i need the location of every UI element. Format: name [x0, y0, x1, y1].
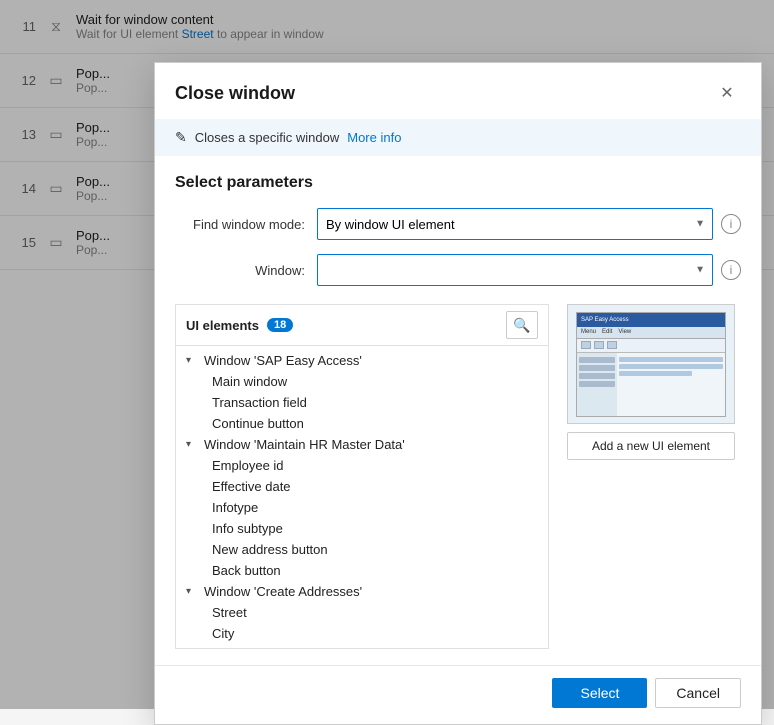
search-icon: 🔍 [513, 317, 530, 334]
ui-elements-badge: 18 [267, 318, 293, 332]
sap-tree-area [577, 353, 725, 416]
tree-group-label-1: Window 'SAP Easy Access' [204, 353, 362, 368]
sap-sidebar-item-4 [579, 381, 615, 387]
tree-leaf-street[interactable]: Street [176, 602, 548, 623]
sap-toolbar-btn-1 [581, 341, 591, 349]
dialog-footer: Select Cancel [155, 665, 761, 724]
sap-window-preview: SAP Easy Access Menu Edit View [567, 304, 735, 424]
tree-leaf-continue-button[interactable]: Continue button [176, 413, 548, 434]
close-icon: ✕ [720, 83, 733, 103]
sap-main-row-2 [619, 364, 723, 369]
pencil-icon: ✎ [175, 129, 187, 146]
sap-main-area [617, 353, 725, 416]
dialog-header: Close window ✕ [155, 63, 761, 119]
sap-main-row-3 [619, 371, 692, 376]
find-window-mode-label: Find window mode: [175, 217, 305, 232]
window-select-wrapper: ▼ [317, 254, 713, 286]
tree-group-label-2: Window 'Maintain HR Master Data' [204, 437, 405, 452]
sap-sidebar-item-3 [579, 373, 615, 379]
window-label: Window: [175, 263, 305, 278]
ui-elements-tree-panel: UI elements 18 🔍 ▾ Window 'SAP Easy Acce… [175, 304, 549, 649]
tree-search-button[interactable]: 🔍 [506, 311, 538, 339]
tree-header: UI elements 18 🔍 [176, 305, 548, 346]
sap-titlebar: SAP Easy Access [577, 313, 725, 327]
sap-toolbar [577, 339, 725, 353]
info-banner: ✎ Closes a specific window More info [155, 119, 761, 156]
window-row: Window: ▼ i [175, 254, 741, 286]
find-window-mode-select-wrapper: By window UI element By window title By … [317, 208, 713, 240]
lower-section: UI elements 18 🔍 ▾ Window 'SAP Easy Acce… [155, 304, 761, 665]
sap-toolbar-btn-2 [594, 341, 604, 349]
sap-sidebar [577, 353, 617, 416]
tree-leaf-employee-id[interactable]: Employee id [176, 455, 548, 476]
window-select[interactable] [317, 254, 713, 286]
tree-leaf-info-subtype[interactable]: Info subtype [176, 518, 548, 539]
sap-menu-item-1: Menu [581, 329, 596, 335]
dialog-title: Close window [175, 83, 295, 104]
sap-preview-window: SAP Easy Access Menu Edit View [576, 312, 726, 417]
tree-group-sap-easy-access[interactable]: ▾ Window 'SAP Easy Access' [176, 350, 548, 371]
select-parameters-title: Select parameters [175, 174, 741, 192]
tree-leaf-main-window[interactable]: Main window [176, 371, 548, 392]
tree-leaf-city[interactable]: City [176, 623, 548, 644]
preview-panel: SAP Easy Access Menu Edit View [561, 304, 741, 649]
sap-menu-item-3: View [618, 329, 631, 335]
close-window-dialog: Close window ✕ ✎ Closes a specific windo… [154, 62, 762, 725]
cancel-button[interactable]: Cancel [655, 678, 741, 708]
sap-menu-item-2: Edit [602, 329, 612, 335]
sap-title-text: SAP Easy Access [581, 317, 629, 323]
select-button[interactable]: Select [552, 678, 647, 708]
sap-sidebar-item-1 [579, 357, 615, 363]
tree-group-label-3: Window 'Create Addresses' [204, 584, 362, 599]
sap-menu: Menu Edit View [577, 327, 725, 339]
tree-leaf-infotype[interactable]: Infotype [176, 497, 548, 518]
dialog-body: Select parameters Find window mode: By w… [155, 156, 761, 300]
tree-group-maintain-hr[interactable]: ▾ Window 'Maintain HR Master Data' [176, 434, 548, 455]
find-window-mode-row: Find window mode: By window UI element B… [175, 208, 741, 240]
tree-leaf-effective-date[interactable]: Effective date [176, 476, 548, 497]
ui-elements-label: UI elements [186, 318, 259, 333]
find-window-mode-info-icon[interactable]: i [721, 214, 741, 234]
window-control: ▼ i [317, 254, 741, 286]
ui-elements-tree-body[interactable]: ▾ Window 'SAP Easy Access' Main window T… [176, 346, 548, 648]
info-text: Closes a specific window [195, 130, 340, 145]
sap-toolbar-btn-3 [607, 341, 617, 349]
chevron-down-icon-2: ▾ [186, 439, 200, 450]
chevron-down-icon: ▾ [186, 355, 200, 366]
tree-leaf-new-address-button[interactable]: New address button [176, 539, 548, 560]
tree-leaf-back-button[interactable]: Back button [176, 560, 548, 581]
tree-leaf-transaction-field[interactable]: Transaction field [176, 392, 548, 413]
tree-group-create-addresses[interactable]: ▾ Window 'Create Addresses' [176, 581, 548, 602]
chevron-down-icon-3: ▾ [186, 586, 200, 597]
sap-sidebar-item-2 [579, 365, 615, 371]
close-dialog-button[interactable]: ✕ [713, 79, 741, 107]
find-window-mode-control: By window UI element By window title By … [317, 208, 741, 240]
sap-main-row-1 [619, 357, 723, 362]
window-info-icon[interactable]: i [721, 260, 741, 280]
find-window-mode-select[interactable]: By window UI element By window title By … [317, 208, 713, 240]
more-info-link[interactable]: More info [347, 130, 401, 145]
add-new-ui-element-button[interactable]: Add a new UI element [567, 432, 735, 460]
